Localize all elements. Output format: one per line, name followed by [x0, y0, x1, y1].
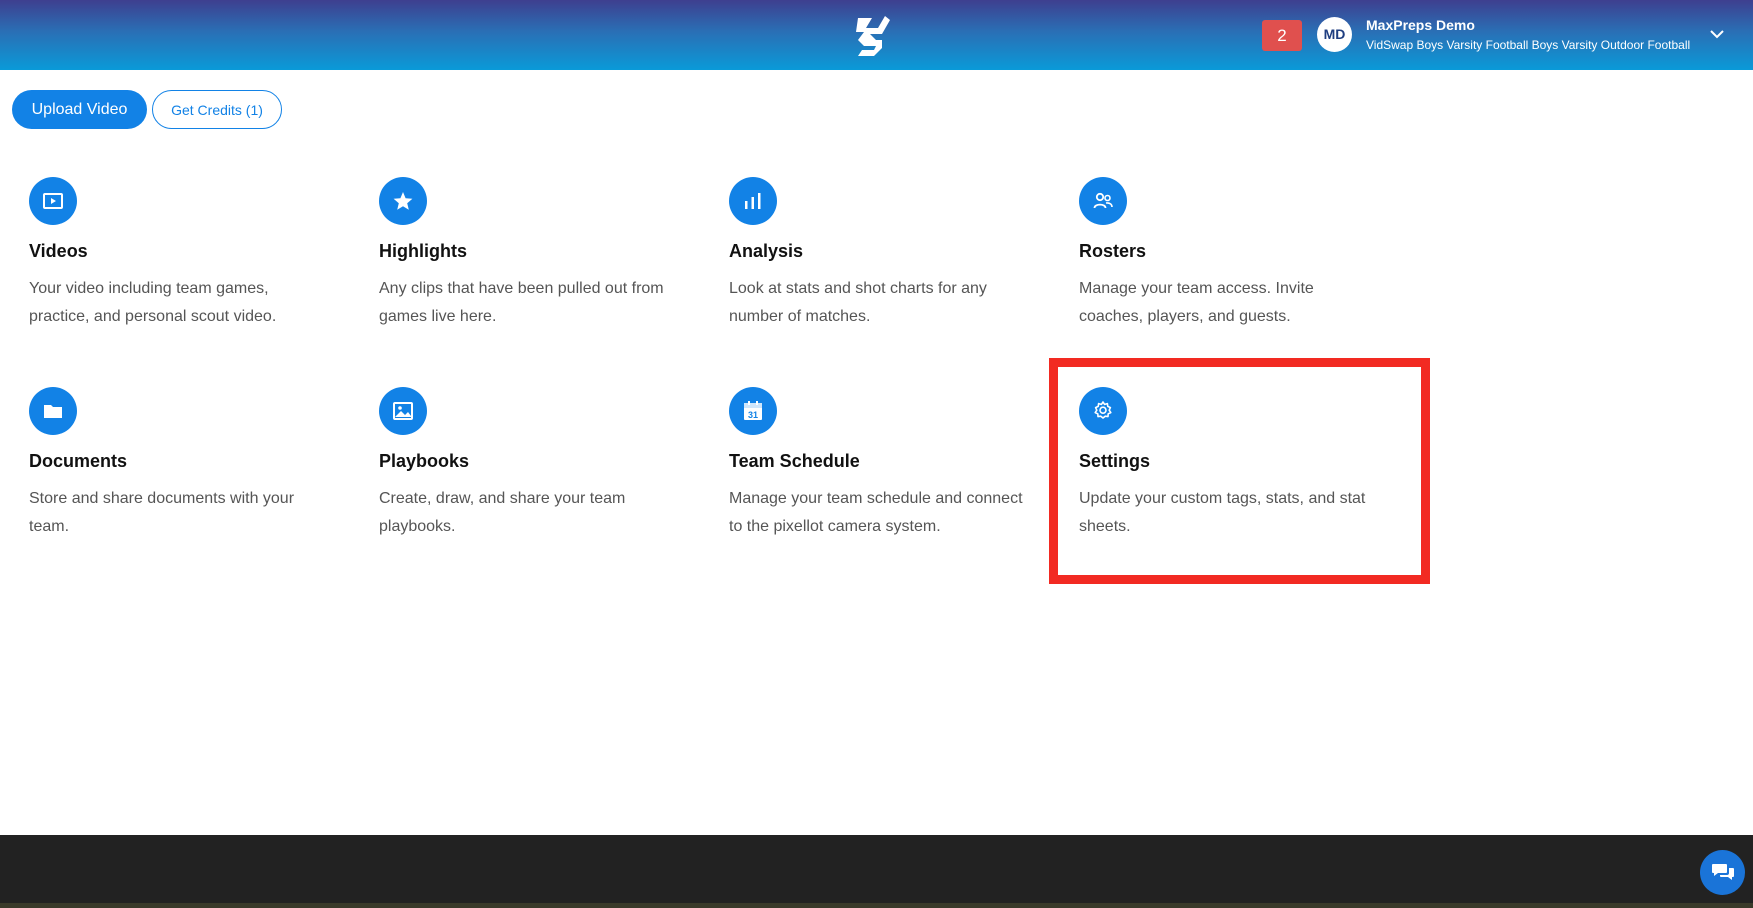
tile-description: Update your custom tags, stats, and stat…: [1079, 490, 1366, 535]
footer-strip: [0, 903, 1753, 908]
calendar-icon: 31: [729, 387, 777, 435]
bar-chart-icon: [729, 177, 777, 225]
tile-videos[interactable]: Videos Your video including team games, …: [29, 177, 329, 347]
star-icon: [379, 177, 427, 225]
vidswap-logo[interactable]: [852, 14, 892, 58]
user-team[interactable]: VidSwap Boys Varsity Football Boys Varsi…: [1366, 38, 1690, 52]
tile-playbooks[interactable]: Playbooks Create, draw, and share your t…: [379, 387, 679, 557]
image-icon: [379, 387, 427, 435]
users-icon: [1079, 177, 1127, 225]
tile-analysis[interactable]: Analysis Look at stats and shot charts f…: [729, 177, 1029, 347]
chat-button[interactable]: [1700, 850, 1745, 895]
top-bar: 2 MD MaxPreps Demo VidSwap Boys Varsity …: [0, 0, 1753, 70]
tile-title: Settings: [1079, 451, 1151, 471]
upload-video-button[interactable]: Upload Video: [12, 90, 147, 129]
chat-icon: [1711, 863, 1734, 880]
chevron-down-icon[interactable]: [1708, 25, 1726, 43]
calendar-day: 31: [748, 410, 758, 420]
tile-rosters[interactable]: Rosters Manage your team access. Invite …: [1079, 177, 1379, 347]
tile-team-schedule[interactable]: 31 Team Schedule Manage your team schedu…: [729, 387, 1029, 557]
tile-description: Create, draw, and share your team playbo…: [379, 490, 626, 535]
gear-icon: [1079, 387, 1127, 435]
tile-documents[interactable]: Documents Store and share documents with…: [29, 387, 329, 557]
tile-title: Videos: [29, 241, 88, 261]
tile-description: Store and share documents with your team…: [29, 490, 295, 535]
tile-title: Rosters: [1079, 241, 1147, 261]
tile-title: Documents: [29, 451, 128, 471]
tile-description: Your video including team games, practic…: [29, 280, 277, 325]
user-name[interactable]: MaxPreps Demo: [1366, 17, 1475, 33]
folder-icon: [29, 387, 77, 435]
get-credits-button[interactable]: Get Credits (1): [152, 90, 282, 129]
tile-description: Look at stats and shot charts for any nu…: [729, 280, 987, 325]
tile-title: Playbooks: [379, 451, 470, 471]
tile-description: Manage your team schedule and connect to…: [729, 490, 1023, 535]
avatar[interactable]: MD: [1317, 17, 1352, 52]
notifications-badge[interactable]: 2: [1262, 20, 1302, 51]
tile-title: Team Schedule: [729, 451, 860, 471]
video-icon: [29, 177, 77, 225]
footer: [0, 835, 1753, 908]
tile-title: Analysis: [729, 241, 804, 261]
tile-description: Manage your team access. Invite coaches,…: [1079, 280, 1314, 325]
tile-highlights[interactable]: Highlights Any clips that have been pull…: [379, 177, 679, 347]
tile-description: Any clips that have been pulled out from…: [379, 280, 664, 325]
tile-settings[interactable]: Settings Update your custom tags, stats,…: [1079, 387, 1379, 557]
tile-title: Highlights: [379, 241, 467, 261]
